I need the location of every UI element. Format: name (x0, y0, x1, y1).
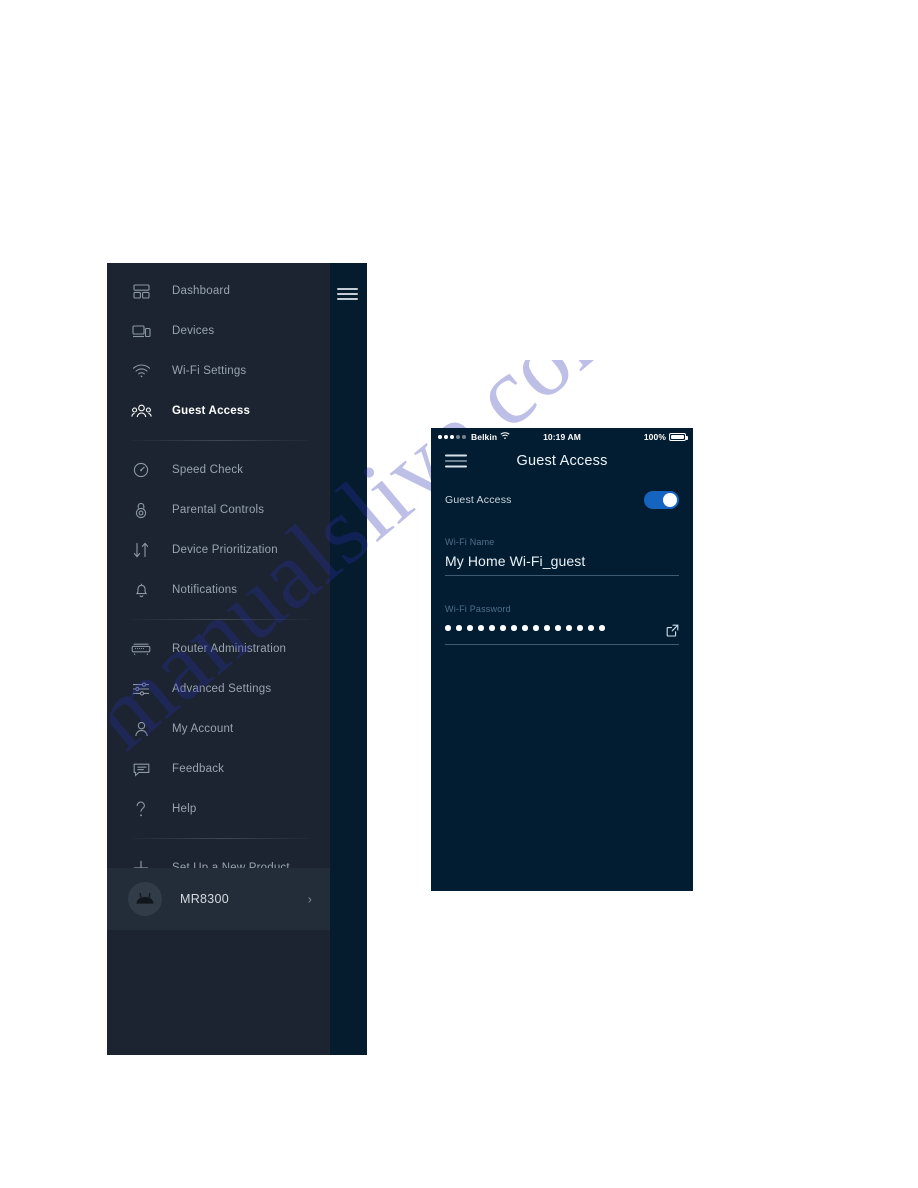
nav-divider (132, 619, 309, 620)
nav-divider (132, 838, 309, 839)
devices-icon (128, 318, 154, 344)
lock-icon (128, 497, 154, 523)
sidebar-item-label: Devices (172, 325, 215, 337)
sidebar-item-guest-access[interactable]: Guest Access (107, 391, 330, 431)
navigation-drawer: Dashboard Devices Wi-Fi Settings Guest A… (107, 263, 367, 1055)
nav-divider (132, 440, 309, 441)
nav-menu: Dashboard Devices Wi-Fi Settings Guest A… (107, 263, 330, 888)
person-icon (128, 716, 154, 742)
wifi-name-value[interactable]: My Home Wi-Fi_guest (445, 553, 679, 575)
wifi-password-value[interactable] (445, 620, 679, 644)
guests-icon (128, 398, 154, 424)
guest-access-toggle-row: Guest Access (445, 477, 679, 523)
wifi-name-label: Wi-Fi Name (445, 537, 495, 547)
dashboard-icon (128, 278, 154, 304)
sidebar-item-label: Notifications (172, 584, 238, 596)
sidebar-item-label: Router Administration (172, 643, 287, 655)
app-body: Guest Access Wi-Fi Name My Home Wi-Fi_gu… (431, 477, 693, 645)
router-device-icon (128, 882, 162, 916)
battery-percent-label: 100% (643, 431, 666, 442)
field-underline (445, 575, 679, 576)
sidebar-item-label: My Account (172, 723, 234, 735)
chat-icon (128, 756, 154, 782)
wifi-password-field[interactable]: Wi-Fi Password (445, 604, 679, 645)
sidebar-item-notifications[interactable]: Notifications (107, 570, 330, 610)
sidebar-item-devices[interactable]: Devices (107, 311, 330, 351)
sidebar-item-advanced-settings[interactable]: Advanced Settings (107, 669, 330, 709)
sidebar-item-label: Help (172, 803, 197, 815)
guest-access-toggle[interactable] (644, 491, 679, 509)
hamburger-menu-icon[interactable] (445, 454, 467, 468)
sidebar-item-label: Wi-Fi Settings (172, 365, 247, 377)
sidebar-item-label: Dashboard (172, 285, 231, 297)
phone-mockup: Belkin 10:19 AM 100% Guest Access Guest … (431, 428, 693, 891)
status-bar-right: 100% (643, 431, 688, 442)
arrows-updown-icon (128, 537, 154, 563)
guest-access-label: Guest Access (445, 494, 512, 506)
sidebar-item-label: Feedback (172, 763, 225, 775)
router-icon (128, 636, 154, 662)
wifi-icon (128, 358, 154, 384)
sidebar-item-wifi-settings[interactable]: Wi-Fi Settings (107, 351, 330, 391)
sidebar-item-feedback[interactable]: Feedback (107, 749, 330, 789)
sidebar-item-label: Guest Access (172, 405, 251, 417)
hamburger-menu-icon[interactable] (337, 288, 358, 300)
sidebar-item-speed-check[interactable]: Speed Check (107, 450, 330, 490)
field-underline (445, 644, 679, 645)
sidebar-item-help[interactable]: Help (107, 789, 330, 829)
battery-full-icon (669, 432, 688, 441)
drawer-edge-strip (330, 263, 367, 1055)
status-bar: Belkin 10:19 AM 100% (431, 428, 693, 445)
sidebar-item-label: Device Prioritization (172, 544, 278, 556)
sidebar-item-dashboard[interactable]: Dashboard (107, 271, 330, 311)
sidebar-item-label: Speed Check (172, 464, 244, 476)
wifi-name-field[interactable]: Wi-Fi Name My Home Wi-Fi_guest (445, 537, 679, 576)
sidebar-item-label: Advanced Settings (172, 683, 272, 695)
page-title: Guest Access (516, 453, 608, 469)
router-name-label: MR8300 (180, 892, 230, 906)
sidebar-item-device-prioritization[interactable]: Device Prioritization (107, 530, 330, 570)
share-external-icon[interactable] (666, 624, 679, 642)
sliders-icon (128, 676, 154, 702)
sidebar-item-label: Parental Controls (172, 504, 265, 516)
wifi-password-label: Wi-Fi Password (445, 604, 511, 614)
question-icon (128, 796, 154, 822)
bell-icon (128, 577, 154, 603)
router-selector-row[interactable]: MR8300 › (107, 868, 330, 930)
app-header: Guest Access (431, 445, 693, 477)
speedometer-icon (128, 457, 154, 483)
chevron-right-icon[interactable]: › (308, 892, 312, 907)
sidebar-item-parental-controls[interactable]: Parental Controls (107, 490, 330, 530)
sidebar-item-my-account[interactable]: My Account (107, 709, 330, 749)
sidebar-item-router-administration[interactable]: Router Administration (107, 629, 330, 669)
